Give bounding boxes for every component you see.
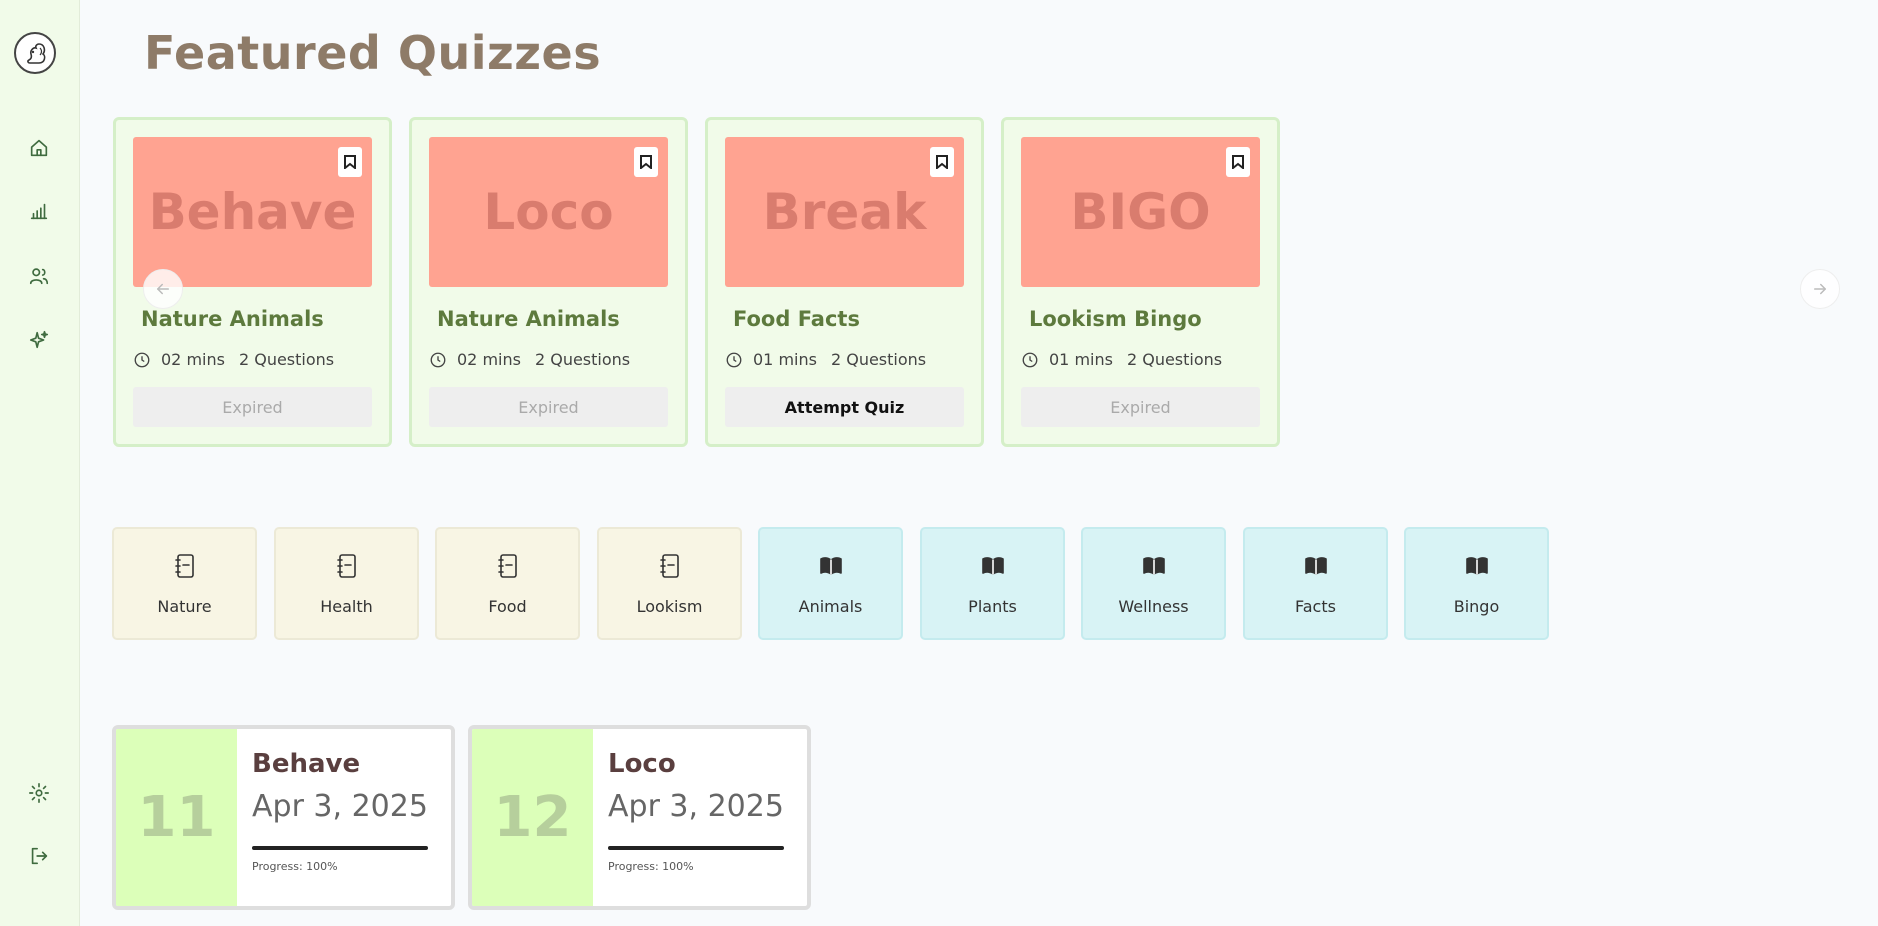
notebook-icon [336, 554, 356, 578]
quiz-name: Food Facts [733, 307, 860, 331]
quiz-expired-button: Expired [133, 387, 372, 427]
progress-card[interactable]: 11 Behave Apr 3, 2025 Progress: 100% [112, 725, 455, 910]
quiz-banner: BIGO [1021, 137, 1260, 287]
category-lookism[interactable]: Lookism [597, 527, 742, 640]
quiz-questions: 2 Questions [238, 350, 335, 369]
progress-date: Apr 3, 2025 [252, 789, 428, 824]
quiz-expired-button: Expired [1021, 387, 1260, 427]
category-label: Nature [157, 597, 212, 616]
bookmark-button[interactable] [338, 147, 362, 177]
carousel-prev-button[interactable] [143, 269, 183, 309]
sparkles-icon[interactable] [26, 327, 52, 353]
bookmark-button[interactable] [930, 147, 954, 177]
quiz-banner-text: Break [762, 183, 927, 241]
quiz-card[interactable]: BIGO Lookism Bingo 01 mins 2 Questions E… [1001, 117, 1280, 447]
squirrel-logo-icon[interactable] [14, 32, 56, 74]
bookmark-icon [936, 155, 948, 169]
progress-card[interactable]: 12 Loco Apr 3, 2025 Progress: 100% [468, 725, 811, 910]
quiz-expired-button: Expired [429, 387, 668, 427]
quiz-banner-text: Behave [148, 183, 357, 241]
bookmark-icon [640, 155, 652, 169]
bookmark-button[interactable] [634, 147, 658, 177]
clock-icon [134, 352, 150, 367]
progress-title: Behave [252, 749, 361, 779]
tag-wellness[interactable]: Wellness [1081, 527, 1226, 640]
quiz-duration: 01 mins [1049, 350, 1113, 369]
quiz-card[interactable]: Loco Nature Animals 02 mins 2 Questions … [409, 117, 688, 447]
quiz-card[interactable]: Break Food Facts 01 mins 2 Questions Att… [705, 117, 984, 447]
category-food[interactable]: Food [435, 527, 580, 640]
notebook-icon [497, 554, 517, 578]
quiz-banner: Loco [429, 137, 668, 287]
open-book-icon [1304, 557, 1327, 575]
open-book-icon [1142, 557, 1165, 575]
tag-plants[interactable]: Plants [920, 527, 1065, 640]
quiz-meta: 02 mins 2 Questions [133, 350, 334, 369]
progress-label: Progress: 100% [252, 860, 338, 873]
page-title: Featured Quizzes [144, 26, 602, 80]
tag-bingo[interactable]: Bingo [1404, 527, 1549, 640]
home-icon[interactable] [26, 135, 52, 161]
arrow-left-icon [157, 283, 169, 295]
notebook-icon [174, 554, 194, 578]
open-book-icon [1465, 557, 1488, 575]
progress-fill [252, 846, 428, 850]
progress-fill [608, 846, 784, 850]
open-book-icon [981, 557, 1004, 575]
quiz-banner-text: Loco [483, 183, 614, 241]
quiz-meta: 01 mins 2 Questions [1021, 350, 1222, 369]
tag-label: Facts [1295, 597, 1336, 616]
category-label: Health [320, 597, 373, 616]
tag-label: Animals [798, 597, 863, 616]
progress-label: Progress: 100% [608, 860, 694, 873]
quiz-name: Nature Animals [141, 307, 324, 331]
quiz-duration: 02 mins [161, 350, 225, 369]
quiz-questions: 2 Questions [1126, 350, 1223, 369]
progress-bar [252, 846, 428, 850]
quiz-meta: 01 mins 2 Questions [725, 350, 926, 369]
quiz-meta: 02 mins 2 Questions [429, 350, 630, 369]
quiz-banner-text: BIGO [1070, 183, 1211, 241]
bookmark-icon [1232, 155, 1244, 169]
tag-label: Wellness [1118, 597, 1189, 616]
carousel-next-button[interactable] [1800, 269, 1840, 309]
logout-icon[interactable] [26, 843, 52, 869]
category-health[interactable]: Health [274, 527, 419, 640]
progress-number: 12 [493, 785, 572, 850]
quiz-banner: Behave [133, 137, 372, 287]
quiz-name: Lookism Bingo [1029, 307, 1202, 331]
tag-facts[interactable]: Facts [1243, 527, 1388, 640]
progress-date: Apr 3, 2025 [608, 789, 784, 824]
clock-icon [726, 352, 742, 367]
tag-label: Plants [968, 597, 1017, 616]
arrow-right-icon [1814, 283, 1826, 295]
progress-number-box: 11 [116, 729, 237, 906]
quiz-duration: 02 mins [457, 350, 521, 369]
bookmark-icon [344, 155, 356, 169]
tag-label: Bingo [1453, 597, 1500, 616]
gear-icon[interactable] [26, 780, 52, 806]
quiz-duration: 01 mins [753, 350, 817, 369]
clock-icon [1022, 352, 1038, 367]
sidebar [0, 0, 80, 926]
quiz-banner: Break [725, 137, 964, 287]
notebook-icon [659, 554, 679, 578]
progress-title: Loco [608, 749, 676, 779]
progress-number: 11 [137, 785, 216, 850]
users-icon[interactable] [26, 263, 52, 289]
attempt-quiz-button[interactable]: Attempt Quiz [725, 387, 964, 427]
quiz-questions: 2 Questions [534, 350, 631, 369]
open-book-icon [819, 557, 842, 575]
progress-bar [608, 846, 784, 850]
quiz-name: Nature Animals [437, 307, 620, 331]
category-label: Food [488, 597, 527, 616]
tag-animals[interactable]: Animals [758, 527, 903, 640]
bookmark-button[interactable] [1226, 147, 1250, 177]
category-nature[interactable]: Nature [112, 527, 257, 640]
quiz-questions: 2 Questions [830, 350, 927, 369]
category-label: Lookism [636, 597, 703, 616]
clock-icon [430, 352, 446, 367]
progress-number-box: 12 [472, 729, 593, 906]
chart-icon[interactable] [26, 198, 52, 224]
